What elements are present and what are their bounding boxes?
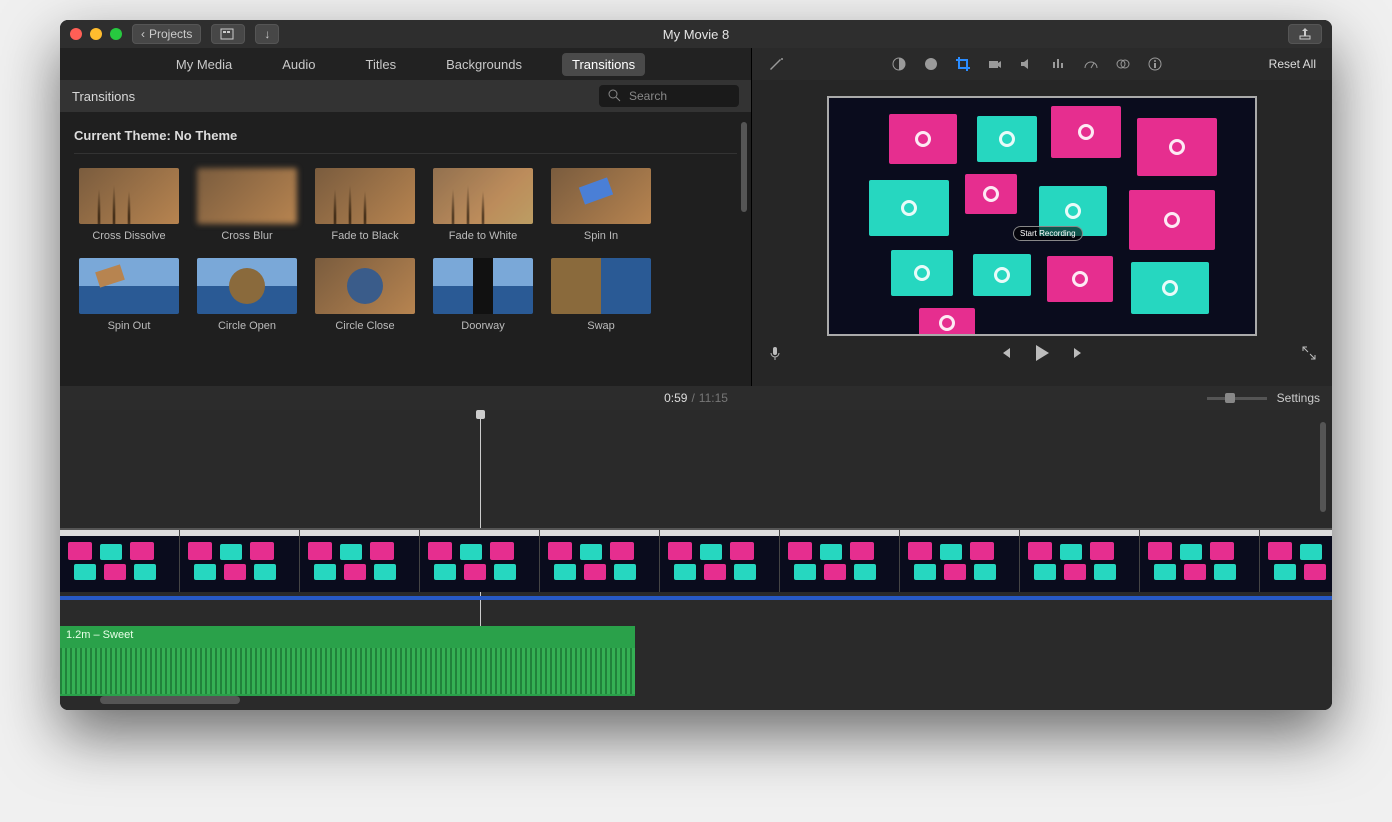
preview-toolbar: Reset All bbox=[752, 48, 1332, 80]
close-window-button[interactable] bbox=[70, 28, 82, 40]
expand-icon bbox=[1301, 345, 1317, 361]
transition-fade-to-white[interactable]: Fade to White bbox=[428, 168, 538, 242]
fullscreen-window-button[interactable] bbox=[110, 28, 122, 40]
stabilization-button[interactable] bbox=[986, 56, 1004, 72]
browser-tabs: My Media Audio Titles Backgrounds Transi… bbox=[60, 48, 751, 80]
color-correction-button[interactable] bbox=[922, 56, 940, 72]
timeline-zoom-controls: Settings bbox=[1207, 391, 1320, 405]
transitions-grid: Cross Dissolve Cross Blur Fade to Black … bbox=[74, 168, 737, 332]
contrast-icon bbox=[891, 56, 907, 72]
share-button[interactable] bbox=[1288, 24, 1322, 44]
previous-button[interactable] bbox=[996, 345, 1014, 361]
media-browser: My Media Audio Titles Backgrounds Transi… bbox=[60, 48, 752, 386]
clip-filter-button[interactable] bbox=[1114, 56, 1132, 72]
preview-pane: Reset All Sta bbox=[752, 48, 1332, 386]
search-input[interactable]: Search bbox=[599, 85, 739, 107]
skip-forward-icon bbox=[1071, 345, 1087, 361]
browser-scrollbar[interactable] bbox=[741, 122, 747, 212]
browser-body: Current Theme: No Theme Cross Dissolve C… bbox=[60, 112, 751, 386]
overlap-icon bbox=[1115, 56, 1131, 72]
enhance-button[interactable] bbox=[768, 56, 786, 72]
browser-section-label: Transitions bbox=[72, 89, 135, 104]
fullscreen-button[interactable] bbox=[1300, 345, 1318, 361]
palette-icon bbox=[923, 56, 939, 72]
timeline-horizontal-scrollbar[interactable] bbox=[100, 696, 240, 704]
transition-swap[interactable]: Swap bbox=[546, 258, 656, 332]
transition-circle-close[interactable]: Circle Close bbox=[310, 258, 420, 332]
preview-viewer[interactable]: Start Recording bbox=[827, 96, 1257, 336]
preview-overlay-button: Start Recording bbox=[1013, 226, 1083, 241]
chevron-left-icon: ‹ bbox=[141, 27, 145, 41]
audio-waveform bbox=[60, 648, 635, 694]
window-controls bbox=[70, 28, 122, 40]
share-icon bbox=[1297, 26, 1313, 42]
transition-doorway[interactable]: Doorway bbox=[428, 258, 538, 332]
settings-button[interactable]: Settings bbox=[1277, 391, 1320, 405]
download-arrow-icon: ↓ bbox=[264, 27, 270, 41]
zoom-slider[interactable] bbox=[1207, 397, 1267, 400]
content-area: My Media Audio Titles Backgrounds Transi… bbox=[60, 48, 1332, 386]
transition-cross-dissolve[interactable]: Cross Dissolve bbox=[74, 168, 184, 242]
search-placeholder: Search bbox=[629, 89, 667, 103]
playhead-time: 0:59 bbox=[664, 391, 687, 405]
transport-controls bbox=[752, 336, 1332, 370]
browser-toolbar: Transitions Search bbox=[60, 80, 751, 112]
voiceover-button[interactable] bbox=[766, 345, 784, 361]
audio-clip[interactable]: 1.2m – Sweet bbox=[60, 626, 635, 696]
timeline-vertical-scrollbar[interactable] bbox=[1320, 422, 1326, 512]
camera-icon bbox=[987, 56, 1003, 72]
play-icon bbox=[1031, 342, 1053, 364]
transition-spin-in[interactable]: Spin In bbox=[546, 168, 656, 242]
projects-label: Projects bbox=[149, 27, 192, 41]
search-icon bbox=[607, 88, 623, 104]
total-time: 11:15 bbox=[699, 391, 728, 405]
next-button[interactable] bbox=[1070, 345, 1088, 361]
current-theme-label: Current Theme: No Theme bbox=[74, 124, 737, 154]
volume-button[interactable] bbox=[1018, 56, 1036, 72]
noise-reduction-button[interactable] bbox=[1050, 56, 1068, 72]
projects-back-button[interactable]: ‹ Projects bbox=[132, 24, 201, 44]
timeline-info-bar: 0:59 / 11:15 Settings bbox=[60, 386, 1332, 410]
transition-spin-out[interactable]: Spin Out bbox=[74, 258, 184, 332]
speedometer-icon bbox=[1083, 56, 1099, 72]
reset-all-button[interactable]: Reset All bbox=[1269, 57, 1316, 71]
app-window: ‹ Projects ↓ My Movie 8 My Media Audio T… bbox=[60, 20, 1332, 710]
crop-icon bbox=[955, 56, 971, 72]
tab-titles[interactable]: Titles bbox=[356, 53, 407, 76]
preview-area: Start Recording bbox=[752, 80, 1332, 386]
media-library-button[interactable] bbox=[211, 24, 245, 44]
tab-backgrounds[interactable]: Backgrounds bbox=[436, 53, 532, 76]
import-button[interactable]: ↓ bbox=[255, 24, 279, 44]
skip-back-icon bbox=[997, 345, 1013, 361]
transition-cross-blur[interactable]: Cross Blur bbox=[192, 168, 302, 242]
transition-circle-open[interactable]: Circle Open bbox=[192, 258, 302, 332]
timeline[interactable]: 1.2m – Sweet bbox=[60, 410, 1332, 710]
crop-button[interactable] bbox=[954, 56, 972, 72]
microphone-icon bbox=[767, 345, 783, 361]
film-icon bbox=[220, 26, 236, 42]
play-button[interactable] bbox=[1030, 342, 1054, 364]
wand-icon bbox=[769, 56, 785, 72]
minimize-window-button[interactable] bbox=[90, 28, 102, 40]
tab-my-media[interactable]: My Media bbox=[166, 53, 242, 76]
window-title: My Movie 8 bbox=[60, 27, 1332, 42]
equalizer-icon bbox=[1051, 56, 1067, 72]
tab-audio[interactable]: Audio bbox=[272, 53, 325, 76]
info-icon bbox=[1147, 56, 1163, 72]
video-track[interactable] bbox=[60, 528, 1332, 600]
info-button[interactable] bbox=[1146, 56, 1164, 72]
transition-fade-to-black[interactable]: Fade to Black bbox=[310, 168, 420, 242]
titlebar: ‹ Projects ↓ My Movie 8 bbox=[60, 20, 1332, 48]
audio-clip-label: 1.2m – Sweet bbox=[60, 626, 635, 644]
tab-transitions[interactable]: Transitions bbox=[562, 53, 645, 76]
speaker-icon bbox=[1019, 56, 1035, 72]
speed-button[interactable] bbox=[1082, 56, 1100, 72]
color-balance-button[interactable] bbox=[890, 56, 908, 72]
